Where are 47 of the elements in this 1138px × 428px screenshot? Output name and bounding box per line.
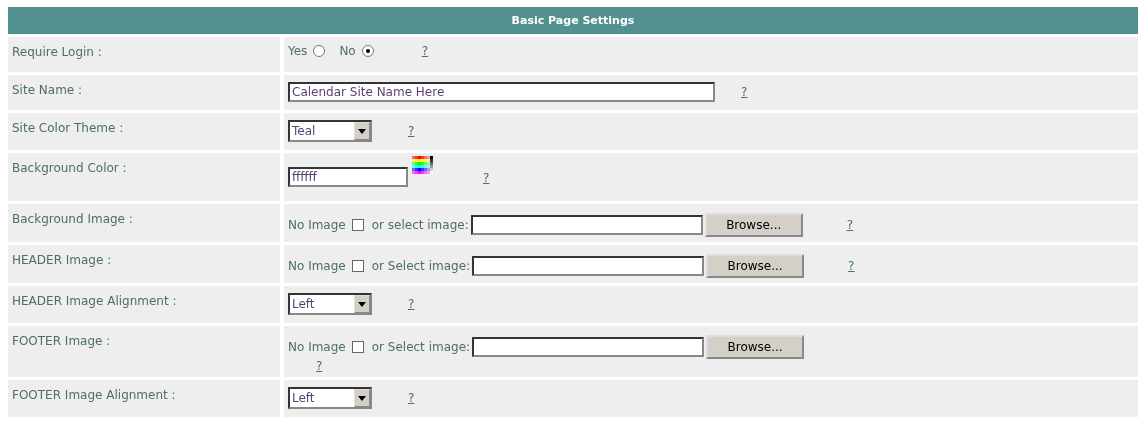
radio-button[interactable] <box>361 45 374 57</box>
help-link[interactable]: ? <box>316 359 323 373</box>
checkbox[interactable] <box>351 219 364 231</box>
file-path-field[interactable] <box>472 337 705 357</box>
dropdown[interactable]: Left <box>288 293 372 315</box>
browse-button[interactable]: Browse... <box>704 213 803 237</box>
checkbox-label: No Image <box>288 340 346 354</box>
radio-label: No <box>339 44 356 58</box>
setting-label: HEADER Image : <box>8 245 280 283</box>
help-link[interactable]: ? <box>741 85 748 99</box>
field-label: or Select image: <box>371 340 471 354</box>
dropdown[interactable]: Left <box>288 387 372 409</box>
dropdown[interactable]: Teal <box>288 120 372 142</box>
setting-label: Background Image : <box>8 204 280 242</box>
help-link[interactable]: ? <box>408 391 415 405</box>
setting-label: Background Color : <box>8 153 280 201</box>
setting-label: Require Login : <box>8 37 280 72</box>
help-link[interactable]: ? <box>846 218 854 232</box>
help-link[interactable]: ? <box>408 297 415 311</box>
help-link[interactable]: ? <box>408 124 415 138</box>
field-label: or Select image: <box>371 259 471 273</box>
caret-icon <box>358 128 366 134</box>
color-field[interactable]: ffffff <box>288 167 408 187</box>
text-field[interactable]: Calendar Site Name Here <box>288 82 715 102</box>
radio-button[interactable] <box>313 45 326 57</box>
radio-label: Yes <box>288 44 308 58</box>
caret-icon <box>358 301 366 307</box>
browse-button[interactable]: Browse... <box>706 335 805 359</box>
setting-label: FOOTER Image : <box>8 326 280 377</box>
field-label: or select image: <box>371 218 469 232</box>
file-path-field[interactable] <box>472 256 705 276</box>
setting-label: Site Color Theme : <box>8 113 280 150</box>
color-palette-icon[interactable] <box>412 155 433 175</box>
section-header: Basic Page Settings <box>8 7 1138 34</box>
caret-icon <box>358 395 366 401</box>
checkbox[interactable] <box>351 341 364 353</box>
help-link[interactable]: ? <box>848 259 855 273</box>
file-path-field[interactable] <box>470 215 703 235</box>
checkbox-label: No Image <box>288 218 346 232</box>
help-link[interactable]: ? <box>483 171 490 185</box>
checkbox-label: No Image <box>288 259 346 273</box>
setting-label: FOOTER Image Alignment : <box>8 380 280 417</box>
setting-label: HEADER Image Alignment : <box>8 286 280 323</box>
browse-button[interactable]: Browse... <box>706 254 805 278</box>
setting-label: Site Name : <box>8 75 280 110</box>
help-link[interactable]: ? <box>421 44 429 58</box>
checkbox[interactable] <box>351 260 364 272</box>
